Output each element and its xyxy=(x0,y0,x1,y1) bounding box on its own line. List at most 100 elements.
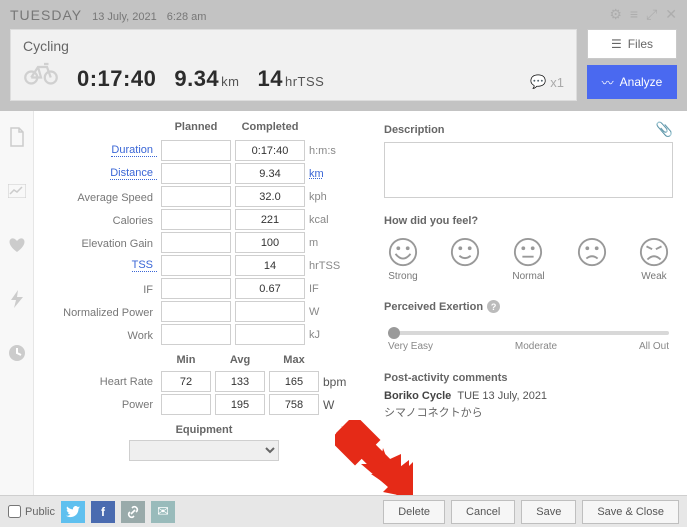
np-planned-input[interactable] xyxy=(161,301,231,322)
duration-completed-input[interactable] xyxy=(235,140,305,161)
duration-label[interactable]: Duration xyxy=(111,144,157,157)
avgspeed-planned-input[interactable] xyxy=(161,186,231,207)
left-sidebar xyxy=(0,111,34,499)
tss-label[interactable]: TSS xyxy=(132,259,157,272)
comments-indicator[interactable]: 💬 x1 xyxy=(530,74,564,90)
hr-unit: bpm xyxy=(323,375,363,389)
power-max-input[interactable] xyxy=(269,394,319,415)
header-date: 13 July, 2021 xyxy=(92,11,157,23)
files-button[interactable]: ☰ Files xyxy=(587,29,677,59)
work-label: Work xyxy=(128,330,157,342)
hamburger-icon: ☰ xyxy=(611,37,622,51)
power-avg-input[interactable] xyxy=(215,394,265,415)
power-min-input[interactable] xyxy=(161,394,211,415)
work-planned-input[interactable] xyxy=(161,324,231,345)
feel-bad[interactable] xyxy=(577,237,607,282)
summary-tss: 14hrTSS xyxy=(258,66,325,92)
avg-header: Avg xyxy=(215,354,265,366)
if-unit: IF xyxy=(309,283,349,295)
public-checkbox-wrap[interactable]: Public xyxy=(8,505,55,518)
twitter-share-button[interactable] xyxy=(61,501,85,523)
rpe-scale-mid: Moderate xyxy=(515,341,557,352)
feel-good[interactable] xyxy=(450,237,480,282)
date-row: TUESDAY 13 July, 2021 6:28 am xyxy=(10,7,677,23)
hr-avg-input[interactable] xyxy=(215,371,265,392)
calories-label: Calories xyxy=(113,215,157,227)
header-time: 6:28 am xyxy=(167,11,207,23)
sidebar-tab-chart[interactable] xyxy=(0,173,34,209)
save-close-button[interactable]: Save & Close xyxy=(582,500,679,524)
equipment-select[interactable] xyxy=(129,440,279,461)
duration-planned-input[interactable] xyxy=(161,140,231,161)
min-header: Min xyxy=(161,354,211,366)
rpe-slider[interactable] xyxy=(388,331,669,335)
calories-completed-input[interactable] xyxy=(235,209,305,230)
sidebar-tab-heart[interactable] xyxy=(0,227,34,263)
activity-summary-card: Cycling 0:17:40 9.34km 14hrTSS 💬 x1 xyxy=(10,29,577,101)
if-completed-input[interactable] xyxy=(235,278,305,299)
planned-header: Planned xyxy=(161,121,231,133)
avgspeed-completed-input[interactable] xyxy=(235,186,305,207)
tss-planned-input[interactable] xyxy=(161,255,231,276)
comment-meta: Boriko Cycle TUE 13 July, 2021 xyxy=(384,390,673,402)
help-icon[interactable]: ? xyxy=(487,300,500,313)
elev-completed-input[interactable] xyxy=(235,232,305,253)
if-planned-input[interactable] xyxy=(161,278,231,299)
feel-normal[interactable]: Normal xyxy=(512,237,544,282)
distance-completed-input[interactable] xyxy=(235,163,305,184)
feel-label: How did you feel? xyxy=(384,215,673,227)
gear-icon[interactable]: ⚙ xyxy=(609,6,622,23)
tss-unit: hrTSS xyxy=(309,260,349,272)
feel-strong[interactable]: Strong xyxy=(388,237,418,282)
facebook-share-button[interactable]: f xyxy=(91,501,115,523)
public-checkbox[interactable] xyxy=(8,505,21,518)
summary-distance: 9.34km xyxy=(174,66,239,92)
public-label: Public xyxy=(25,506,55,518)
delete-button[interactable]: Delete xyxy=(383,500,445,524)
summary-duration: 0:17:40 xyxy=(77,66,156,92)
np-unit: W xyxy=(309,306,349,318)
completed-header: Completed xyxy=(235,121,305,133)
calories-planned-input[interactable] xyxy=(161,209,231,230)
work-completed-input[interactable] xyxy=(235,324,305,345)
rpe-slider-knob[interactable] xyxy=(388,327,400,339)
power-label: Power xyxy=(42,399,157,411)
expand-icon[interactable]: ⤢ xyxy=(646,6,657,23)
sidebar-tab-file[interactable] xyxy=(0,119,34,155)
chat-icon: 💬 xyxy=(530,74,546,90)
sidebar-tab-bolt[interactable] xyxy=(0,281,34,317)
comment-date: TUE 13 July, 2021 xyxy=(457,390,547,402)
close-icon[interactable]: ✕ xyxy=(665,6,677,23)
email-share-button[interactable]: ✉ xyxy=(151,501,175,523)
cancel-button[interactable]: Cancel xyxy=(451,500,515,524)
description-label: Description xyxy=(384,124,445,136)
elev-unit: m xyxy=(309,237,349,249)
distance-planned-input[interactable] xyxy=(161,163,231,184)
comment-text: シマノコネクトから xyxy=(384,404,673,420)
elev-planned-input[interactable] xyxy=(161,232,231,253)
paperclip-icon[interactable]: 📎 xyxy=(656,121,673,138)
equipment-header: Equipment xyxy=(34,424,374,436)
avgspeed-unit: kph xyxy=(309,191,349,203)
tss-completed-input[interactable] xyxy=(235,255,305,276)
feel-weak[interactable]: Weak xyxy=(639,237,669,282)
description-input[interactable] xyxy=(384,142,673,198)
calories-unit: kcal xyxy=(309,214,349,226)
sidebar-tab-clock[interactable] xyxy=(0,335,34,371)
hr-min-input[interactable] xyxy=(161,371,211,392)
save-button[interactable]: Save xyxy=(521,500,576,524)
analyze-button[interactable]: 〰 Analyze xyxy=(587,65,677,99)
link-share-button[interactable] xyxy=(121,501,145,523)
distance-label[interactable]: Distance xyxy=(110,167,157,180)
details-panel: Description 📎 How did you feel? Strong N… xyxy=(374,111,687,499)
np-completed-input[interactable] xyxy=(235,301,305,322)
list-icon[interactable]: ≡ xyxy=(630,6,638,23)
day-of-week: TUESDAY xyxy=(10,7,82,23)
rpe-label: Perceived Exertion xyxy=(384,301,483,313)
rpe-scale-right: All Out xyxy=(639,341,669,352)
distance-unit[interactable]: km xyxy=(309,168,349,180)
comment-author: Boriko Cycle xyxy=(384,390,451,402)
hr-max-input[interactable] xyxy=(269,371,319,392)
avgspeed-label: Average Speed xyxy=(77,192,157,204)
elev-label: Elevation Gain xyxy=(81,238,157,250)
